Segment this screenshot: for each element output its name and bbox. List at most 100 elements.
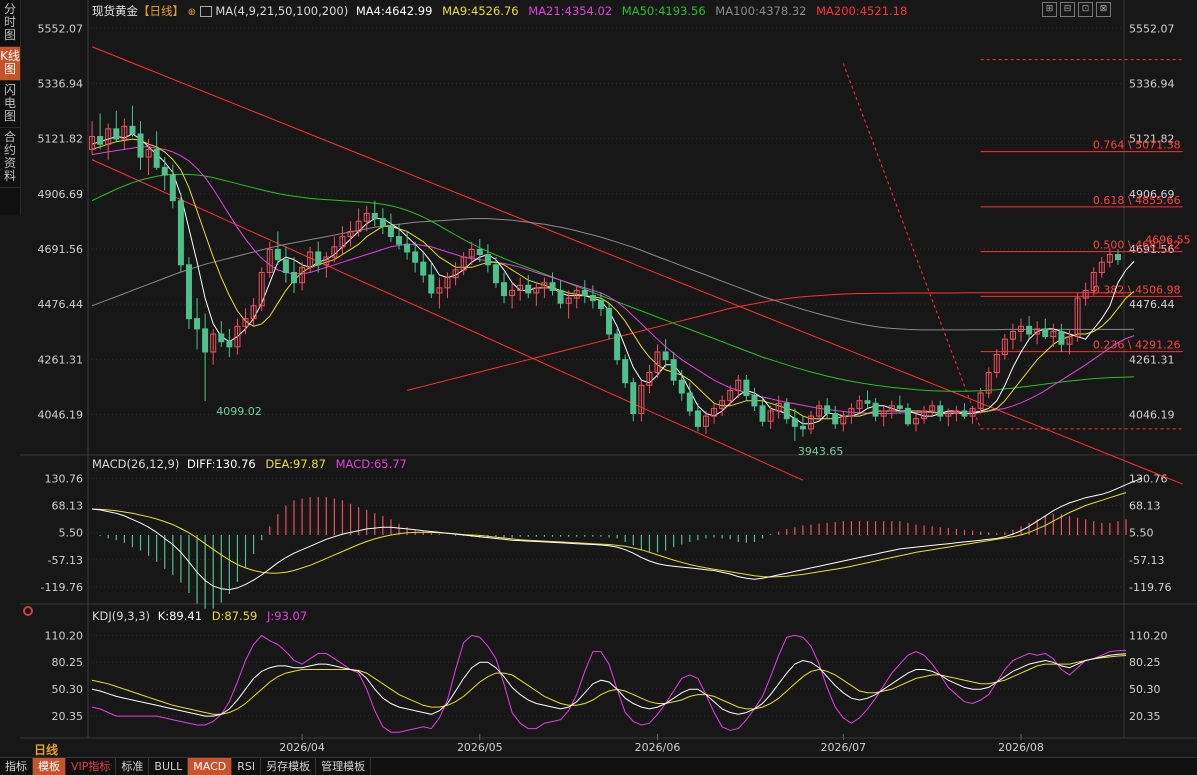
price-annotation: 4696.55 [1145,234,1191,247]
ma4-value: MA4:4642.99 [355,4,433,18]
candle-body [896,405,903,409]
kdj-j-line [91,634,1127,733]
candle-body [404,243,411,253]
price-tick-left: 4261.31 [38,353,84,366]
tab-template[interactable]: 模板 [33,758,66,775]
tab-rsi[interactable]: RSI [232,758,262,775]
candle-body [185,264,192,320]
macd-tick-right: 68.13 [1129,499,1161,512]
candle-body [606,307,613,335]
candle-body [783,402,790,420]
ma100-line [91,218,1135,331]
candle-body [1058,330,1065,345]
close-icon[interactable]: ⊠ [1096,2,1111,17]
candle-body [1026,325,1033,335]
kdj-tick-left: 110.20 [45,629,84,642]
price-tick-right: 4476.44 [1129,298,1175,311]
candle-body [282,259,289,273]
candle-body [937,405,944,417]
price-tick-left: 4906.69 [38,188,84,201]
maximize-icon[interactable]: ⊞ [1042,2,1057,17]
candle-body [218,333,225,343]
candle-body [630,382,637,415]
date-tick-label: 2026/05 [457,741,503,754]
fib-level-label: 0.618 \ 4855.66 [1093,194,1181,207]
candle-body [1042,328,1049,338]
side-tabs: 分时图 K线图 闪电图 合约资料 [0,0,21,215]
candle-body [97,136,104,145]
side-tab-timeshare[interactable]: 分时图 [0,0,20,47]
period-badge[interactable]: 【日线】 [138,4,184,18]
price-tick-right: 4046.19 [1129,409,1175,422]
macd-macd-value: MACD:65.77 [335,457,407,471]
expand-icon[interactable]: ⊡ [1078,2,1093,17]
candle-body [549,282,556,291]
candle-body [791,418,798,427]
candle-body [662,351,669,361]
date-tick-label: 2026/06 [635,741,681,754]
date-tick-label: 2026/08 [998,741,1044,754]
macd-tick-left: -119.76 [41,581,83,594]
candle-body [525,284,532,294]
candle-body [751,395,758,407]
fib-level-label: 0.236 \ 4291.26 [1093,339,1181,352]
candle-body [371,212,378,220]
restore-icon[interactable]: ⊟ [1060,2,1075,17]
ma200-value: MA200:4521.18 [816,4,908,18]
ma50-value: MA50:4193.56 [621,4,706,18]
candle-body [832,413,839,425]
candle-body [961,410,968,417]
date-tick-label: 2026/04 [279,741,325,754]
side-tab-flash[interactable]: 闪电图 [0,81,20,128]
price-tick-left: 4691.56 [38,243,84,256]
candle-body [202,328,209,353]
kdj-j-value: J:93.07 [267,609,308,623]
tab-bull[interactable]: BULL [149,758,189,775]
candle-body [484,254,491,266]
gear-icon[interactable] [23,606,33,616]
indicator-settings-icon[interactable] [199,6,212,17]
tab-indicators[interactable]: 指标 [0,758,33,775]
candle-body [129,125,136,135]
kdj-tick-right: 50.30 [1129,683,1161,696]
kdj-d-value: D:87.59 [211,609,258,623]
candle-body [412,251,419,263]
tab-macd[interactable]: MACD [188,758,233,775]
price-tick-left: 5552.07 [38,22,84,35]
macd-tick-right: 5.50 [1129,527,1154,540]
candle-body [290,271,297,284]
side-tab-contract-info[interactable]: 合约资料 [0,128,20,188]
candle-body [743,379,750,397]
candle-body [137,133,144,158]
price-annotation: 3943.65 [798,445,844,458]
price-tick-right: 5336.94 [1129,77,1175,90]
candle-body [589,295,596,302]
kdj-tick-left: 20.35 [52,710,84,723]
window-buttons: ⊞ ⊟ ⊡ ⊠ [1042,2,1111,17]
tab-save-template[interactable]: 另存模板 [261,758,317,775]
macd-tick-left: -57.13 [48,554,83,567]
ma21-value: MA21:4354.02 [528,4,613,18]
tab-manage-template[interactable]: 管理模板 [316,758,372,775]
period-label[interactable]: 日线 [34,741,58,758]
candle-body [581,289,588,297]
kdj-header: KDJ(9,3,3) K:89.41 D:87.59 J:93.07 [92,609,307,623]
candle-body [153,148,160,168]
candle-body [387,225,394,238]
candle-body [614,333,621,361]
bottom-toolbar: 指标 模板 VIP指标 标准 BULL MACD RSI 另存模板 管理模板 [0,757,1197,775]
tab-standard[interactable]: 标准 [116,758,150,775]
candlestick-chart[interactable]: 5552.07 5552.075336.94 5336.945121.82 5121.… [0,0,1197,774]
candle-body [799,425,806,430]
ma4-line [91,133,1135,425]
trend-line [91,46,1183,485]
candle-body [379,218,386,227]
side-tab-kline[interactable]: K线图 [0,47,20,81]
macd-tick-left: 5.50 [59,527,84,540]
price-tick-left: 4046.19 [38,409,84,422]
instrument-name: 现货黄金 [92,4,138,18]
candle-body [904,407,911,425]
tab-vip-indicators[interactable]: VIP指标 [66,758,117,775]
add-icon[interactable]: ⊕ [188,7,196,18]
candle-body [428,274,435,294]
